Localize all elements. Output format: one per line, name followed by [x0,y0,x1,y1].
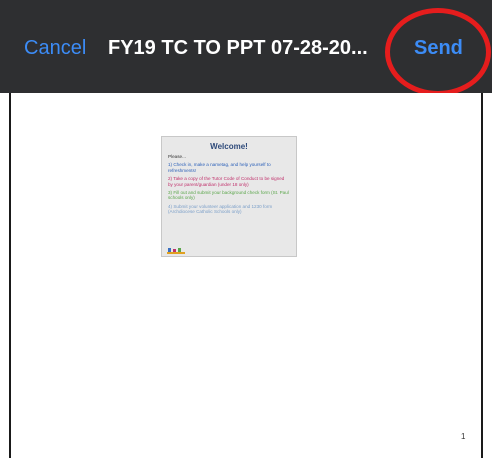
slide-item-3: 3) Fill out and submit your background c… [168,190,289,201]
slide-item-1: 1) Check in, make a nametag, and help yo… [168,162,271,173]
logo-icon [167,248,185,254]
document-title: FY19 TC TO PPT 07-28-20... [108,37,368,59]
slide-item-2: 2) Take a copy of the Tutor Code of Cond… [168,176,285,187]
cancel-button[interactable]: Cancel [24,36,86,60]
navigation-bar: Cancel FY19 TC TO PPT 07-28-20... Send [0,0,492,93]
slide-item-4: 4) Submit your volunteer application and… [168,203,273,215]
page-number: 1 [461,432,466,441]
send-button[interactable]: Send [414,36,463,60]
slide-title: Welcome! [210,142,248,151]
slide-thumbnail: Welcome! Please... 1) Check in, make a n… [161,136,297,257]
slide-intro: Please... [168,154,186,159]
